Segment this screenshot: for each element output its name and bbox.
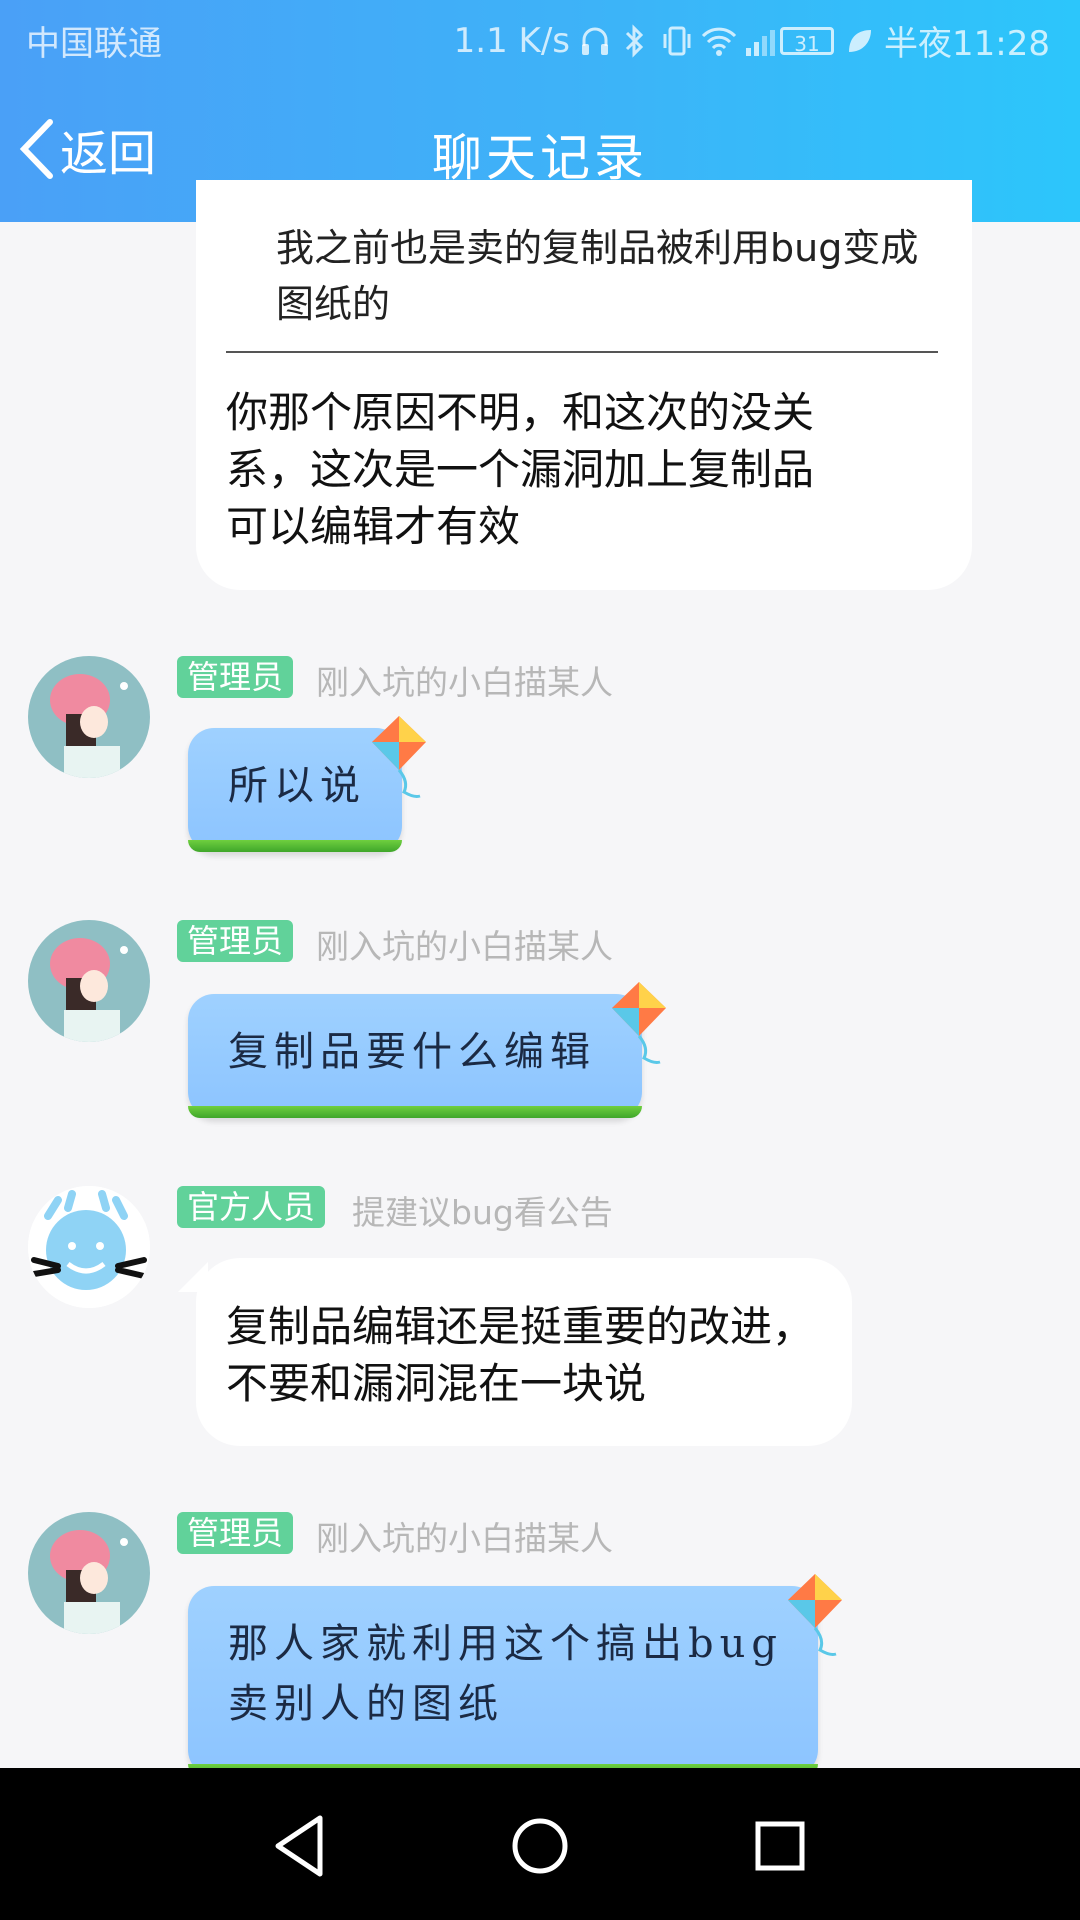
message-text: 所以说 bbox=[228, 763, 366, 809]
role-tag: 管理员 bbox=[177, 1512, 294, 1554]
clock: 半夜11:28 bbox=[884, 24, 1050, 64]
sender-name: 刚入坑的小白描某人 bbox=[316, 927, 613, 966]
nav-home-icon[interactable] bbox=[500, 1806, 580, 1886]
network-speed: 1.1 K/s bbox=[453, 20, 571, 61]
cellular-signal-icon bbox=[740, 24, 776, 58]
girl-avatar-icon bbox=[28, 920, 150, 1042]
vibrate-icon bbox=[660, 24, 691, 58]
quoted-message-text: 我之前也是卖的复制品被利用bug变成图纸的 bbox=[276, 226, 919, 326]
girl-avatar-icon bbox=[28, 656, 150, 778]
bubble-grass-decoration bbox=[188, 1106, 642, 1118]
smiley-creature-avatar-icon bbox=[28, 1186, 150, 1308]
girl-avatar-icon bbox=[28, 1512, 150, 1634]
sender-name: 刚入坑的小白描某人 bbox=[316, 1519, 613, 1558]
message-bubble[interactable]: 复制品编辑还是挺重要的改进，不要和漏洞混在一块说 bbox=[196, 1258, 852, 1446]
bluetooth-icon bbox=[620, 23, 650, 58]
headphones-icon bbox=[580, 24, 610, 58]
sender-name: 提建议bug看公告 bbox=[352, 1193, 613, 1232]
leaf-icon bbox=[844, 24, 874, 58]
status-icons: 1.1 K/s 31 半夜11:28 bbox=[454, 16, 1050, 65]
message-text: 复制品编辑还是挺重要的改进，不要和漏洞混在一块说 bbox=[226, 1302, 815, 1408]
message-bubble[interactable]: 我之前也是卖的复制品被利用bug变成图纸的 你那个原因不明，和这次的没关系，这次… bbox=[196, 180, 972, 590]
carrier-label: 中国联通 bbox=[26, 24, 162, 64]
role-tag: 管理员 bbox=[177, 920, 294, 962]
role-tag: 管理员 bbox=[177, 656, 294, 698]
message-text: 复制品要什么编辑 bbox=[228, 1029, 596, 1075]
role-tag: 官方人员 bbox=[177, 1186, 326, 1228]
avatar[interactable] bbox=[28, 1512, 150, 1634]
kite-icon bbox=[612, 982, 666, 1064]
kite-icon bbox=[372, 716, 426, 798]
avatar[interactable] bbox=[28, 656, 150, 778]
quote-divider bbox=[226, 351, 938, 353]
sender-name: 刚入坑的小白描某人 bbox=[316, 663, 613, 702]
avatar[interactable] bbox=[28, 1186, 150, 1308]
avatar[interactable] bbox=[28, 920, 150, 1042]
message-bubble[interactable]: 那人家就利用这个搞出bug 卖别人的图纸 bbox=[188, 1586, 818, 1776]
kite-icon bbox=[788, 1574, 842, 1656]
message-text-line: 那人家就利用这个搞出bug bbox=[228, 1621, 783, 1667]
message-text: 你那个原因不明，和这次的没关系，这次是一个漏洞加上复制品可以编辑才有效 bbox=[226, 388, 815, 551]
battery-icon: 31 bbox=[780, 26, 835, 56]
nav-recent-icon[interactable] bbox=[740, 1806, 820, 1886]
message-bubble[interactable]: 复制品要什么编辑 bbox=[188, 994, 642, 1118]
wifi-icon bbox=[700, 24, 737, 58]
bubble-grass-decoration bbox=[188, 840, 402, 852]
message-text: 那人家就利用这个搞出bug 卖别人的图纸 bbox=[228, 1614, 783, 1734]
nav-back-icon[interactable] bbox=[260, 1806, 340, 1886]
system-nav-bar bbox=[0, 1768, 1080, 1920]
message-text-line: 卖别人的图纸 bbox=[228, 1681, 504, 1727]
status-bar: 中国联通 1.1 K/s 31 半夜11:28 bbox=[0, 0, 1080, 76]
